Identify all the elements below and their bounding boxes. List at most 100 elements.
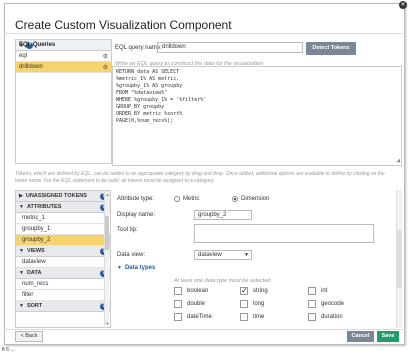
code-line: RETURN data AS SELECT bbox=[116, 69, 180, 75]
code-line: %metric_1% AS metric, bbox=[116, 76, 180, 82]
collapse-icon: ▼ bbox=[19, 248, 24, 254]
checkbox-label: duration bbox=[321, 314, 343, 320]
code-line: GROUP BY groupby bbox=[116, 104, 165, 110]
checkbox-double[interactable]: double bbox=[174, 300, 205, 308]
checkbox-box bbox=[174, 313, 182, 321]
checkbox-int[interactable]: int bbox=[308, 287, 327, 295]
back-button[interactable]: < Back bbox=[15, 331, 43, 342]
tokens-scrollbar[interactable]: ▲ ▼ bbox=[104, 192, 109, 326]
checkbox-label: long bbox=[253, 301, 265, 307]
save-button[interactable]: Save bbox=[377, 331, 399, 342]
tooltip-input[interactable] bbox=[194, 224, 374, 243]
scroll-thumb[interactable] bbox=[397, 230, 402, 288]
checkbox-label: double bbox=[187, 301, 206, 307]
eql-queries-panel: EQL Queries + ? eql ⚙ drilldown ⚙ bbox=[15, 39, 112, 164]
radio-label: Metric bbox=[183, 196, 200, 202]
token-filter[interactable]: filter bbox=[16, 290, 110, 301]
code-line: PAGE(0,%num_recs%); bbox=[116, 118, 174, 124]
checkbox-box bbox=[308, 313, 316, 321]
section-label: UNASSIGNED TOKENS bbox=[25, 193, 87, 199]
checkbox-box bbox=[174, 287, 182, 295]
eql-query-item[interactable]: eql ⚙ bbox=[16, 51, 111, 62]
radio-metric[interactable]: Metric bbox=[174, 196, 199, 202]
token-dataview[interactable]: dataview bbox=[16, 257, 110, 268]
checkbox-geocode[interactable]: geocode bbox=[308, 300, 344, 308]
section-unassigned-tokens[interactable]: ▶ UNASSIGNED TOKENS ? bbox=[16, 191, 110, 202]
code-line: WHERE %groupby_1% = '%filter%' bbox=[116, 97, 207, 103]
eql-code-editor[interactable]: RETURN data AS SELECT %metric_1% AS metr… bbox=[112, 66, 402, 166]
checkbox-label: string bbox=[253, 288, 268, 294]
section-attributes[interactable]: ▼ ATTRIBUTES ? bbox=[16, 202, 110, 213]
query-name-input[interactable]: drilldown bbox=[157, 42, 303, 53]
chevron-down-icon: ▼ bbox=[244, 252, 249, 258]
radio-circle bbox=[174, 196, 180, 202]
scroll-up-icon[interactable]: ▲ bbox=[105, 192, 110, 197]
tokens-panel: ▶ UNASSIGNED TOKENS ? ▼ ATTRIBUTES ? met… bbox=[15, 190, 111, 328]
code-line: FROM "%dataview%" bbox=[116, 90, 168, 96]
close-icon[interactable]: ✕ bbox=[399, 1, 407, 9]
background-text: ft 6 ... bbox=[2, 347, 15, 353]
display-name-label: Display name: bbox=[117, 212, 156, 218]
expand-icon: ▶ bbox=[19, 193, 23, 199]
checkbox-label: geocode bbox=[321, 301, 345, 307]
collapse-icon: ▼ bbox=[117, 265, 122, 271]
query-name-label: EQL query name: bbox=[115, 45, 162, 51]
section-label: ATTRIBUTES bbox=[26, 204, 62, 210]
token-metric-1[interactable]: metric_1 bbox=[16, 213, 110, 224]
eql-query-name: eql bbox=[19, 53, 28, 59]
collapse-icon: ▼ bbox=[19, 270, 24, 276]
scroll-down-icon[interactable]: ▼ bbox=[105, 321, 110, 326]
checkbox-box bbox=[240, 313, 248, 321]
section-label: SORT bbox=[26, 303, 43, 309]
data-view-select[interactable]: dataview ▼ bbox=[194, 250, 252, 260]
tooltip-label: Tool tip: bbox=[117, 227, 138, 233]
token-groupby-1[interactable]: groupby_1 bbox=[16, 224, 110, 235]
code-line: %groupby_1% AS groupby bbox=[116, 83, 183, 89]
checkbox-datetime[interactable]: dateTime bbox=[174, 313, 212, 321]
form-scrollbar[interactable] bbox=[396, 190, 402, 328]
attribute-form: Attribute type: Metric Dimension Display… bbox=[112, 190, 402, 328]
checkbox-label: time bbox=[253, 314, 265, 320]
section-sort[interactable]: ▼ SORT ? bbox=[16, 301, 110, 312]
checkbox-label: int bbox=[321, 288, 328, 294]
collapse-icon: ▼ bbox=[19, 303, 24, 309]
detect-tokens-button[interactable]: Detect Tokens bbox=[306, 42, 356, 55]
data-types-label: Data types bbox=[124, 265, 156, 271]
attribute-type-label: Attribute type: bbox=[117, 196, 155, 202]
code-line: ORDER BY metric %sort% bbox=[116, 111, 183, 117]
display-name-input[interactable]: groupby_2 bbox=[194, 210, 252, 220]
title-divider bbox=[4, 33, 406, 34]
radio-dimension[interactable]: Dimension bbox=[232, 196, 269, 202]
gear-icon[interactable]: ⚙ bbox=[103, 64, 108, 71]
checkbox-boolean[interactable]: boolean bbox=[174, 287, 208, 295]
radio-label: Dimension bbox=[241, 196, 270, 202]
data-types-toggle[interactable]: ▼ Data types bbox=[117, 265, 155, 271]
collapse-icon: ▼ bbox=[19, 204, 24, 210]
resize-handle-icon[interactable]: ◢ bbox=[396, 157, 400, 164]
cancel-button[interactable]: Cancel bbox=[347, 331, 374, 342]
checkbox-time[interactable]: time bbox=[240, 313, 264, 321]
checkbox-long[interactable]: long bbox=[240, 300, 264, 308]
section-label: DATA bbox=[26, 270, 42, 276]
checkbox-label: boolean bbox=[187, 288, 209, 294]
data-view-label: Data view: bbox=[117, 252, 146, 258]
checkbox-string[interactable]: string bbox=[240, 286, 268, 295]
section-data[interactable]: ▼ DATA ? bbox=[16, 268, 110, 279]
checkbox-box bbox=[308, 287, 316, 295]
section-views[interactable]: ▼ VIEWS ? bbox=[16, 246, 110, 257]
dialog-title: Create Custom Visualization Component bbox=[15, 18, 232, 32]
checkbox-duration[interactable]: duration bbox=[308, 313, 343, 321]
radio-circle-selected bbox=[232, 196, 238, 202]
data-types-hint: At least one data type must be selected. bbox=[174, 278, 272, 284]
eql-queries-header: EQL Queries + ? bbox=[16, 40, 111, 51]
scroll-thumb[interactable] bbox=[105, 216, 109, 250]
eql-query-name: drilldown bbox=[19, 64, 43, 70]
eql-query-item-selected[interactable]: drilldown ⚙ bbox=[16, 62, 111, 73]
checkbox-box bbox=[308, 300, 316, 308]
eql-queries-label: EQL Queries bbox=[19, 42, 56, 48]
token-num-recs[interactable]: num_recs bbox=[16, 279, 110, 290]
section-label: VIEWS bbox=[26, 248, 45, 254]
data-view-value: dataview bbox=[198, 252, 222, 258]
token-groupby-2[interactable]: groupby_2 bbox=[16, 235, 110, 246]
gear-icon[interactable]: ⚙ bbox=[103, 53, 108, 60]
